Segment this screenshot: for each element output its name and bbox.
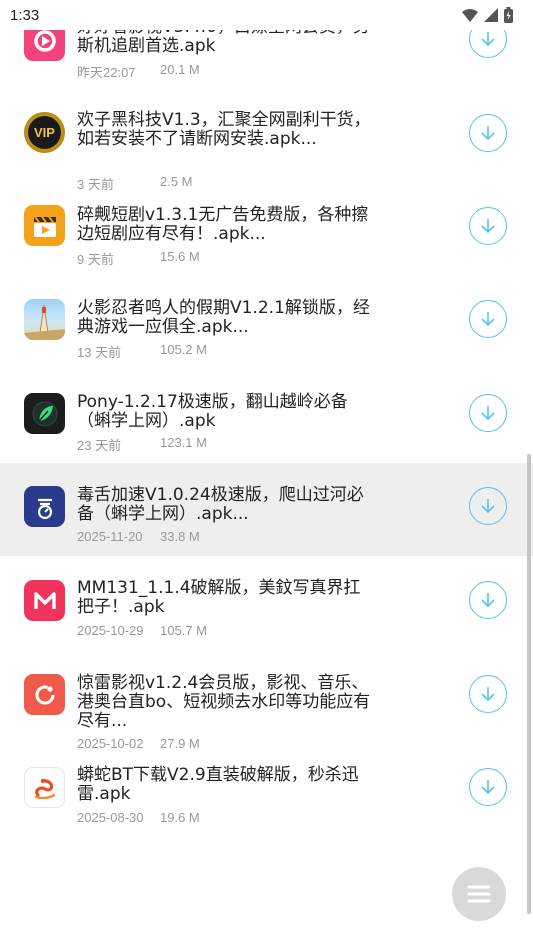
file-size: 105.2 M — [160, 342, 207, 357]
file-date: 2025-11-20 — [77, 529, 143, 544]
wifi-icon — [462, 8, 478, 22]
file-size: 20.1 M — [160, 62, 200, 77]
file-meta: 昨天22:07 20.1 M — [77, 62, 200, 81]
download-arrow-icon — [481, 406, 495, 421]
file-meta: 9 天前 15.6 M — [77, 249, 200, 268]
download-button[interactable] — [469, 300, 507, 338]
speed-app-icon — [24, 486, 65, 527]
file-title: 惊雷影视v1.2.4会员版，影视、音乐、港奥台直bo、短视频去水印等功能应有尽有… — [77, 673, 371, 731]
download-arrow-icon — [481, 780, 495, 795]
file-meta: 13 天前 105.2 M — [77, 342, 207, 361]
vip-badge-icon: VIP — [24, 112, 65, 153]
file-date: 2025-10-29 — [77, 623, 144, 638]
scrollbar[interactable] — [527, 454, 531, 914]
file-date: 昨天22:07 — [77, 65, 136, 80]
file-date: 23 天前 — [77, 438, 122, 453]
status-icons — [462, 7, 513, 23]
list-item[interactable]: 蟒蛇BT下载V2.9直装破解版，秒杀迅雷.apk 2025-08-30 19.6… — [0, 745, 533, 838]
list-item[interactable]: VIP 欢子黑科技V1.3，汇聚全网副利干货，如若安装不了请断网安装.apk..… — [0, 93, 533, 192]
file-size: 105.7 M — [160, 623, 207, 638]
file-meta: 23 天前 123.1 M — [77, 435, 207, 454]
file-list: 好好看影视V3.4.0，白嫖全网会员，劳斯机追剧首选.apk 昨天22:07 2… — [0, 0, 533, 948]
list-item[interactable]: 火影忍者鸣人的假期V1.2.1解锁版，经典游戏一应俱全.apk... 13 天前… — [0, 279, 533, 372]
file-title: 欢子黑科技V1.3，汇聚全网副利干货，如若安装不了请断网安装.apk... — [77, 110, 371, 149]
next-item-peek — [0, 940, 533, 948]
file-date: 9 天前 — [77, 252, 114, 267]
download-arrow-icon — [481, 312, 495, 327]
menu-fab-button[interactable] — [452, 867, 506, 921]
download-button[interactable] — [469, 114, 507, 152]
file-meta: 2025-08-30 19.6 M — [77, 810, 200, 825]
download-button[interactable] — [469, 768, 507, 806]
m-letter-icon — [24, 580, 65, 621]
file-title: MM131_1.1.4破解版，美鈫写真界扛把子！.apk — [77, 578, 361, 617]
menu-icon — [467, 885, 491, 903]
list-item[interactable]: 毒舌加速V1.0.24极速版，爬山过河必备（蝌学上网）.apk... 2025-… — [0, 463, 533, 556]
download-arrow-icon — [481, 126, 495, 141]
refresh-app-icon — [24, 674, 65, 715]
file-title: 火影忍者鸣人的假期V1.2.1解锁版，经典游戏一应俱全.apk... — [77, 298, 370, 337]
leaf-app-icon — [24, 393, 65, 434]
status-time: 1:33 — [10, 6, 40, 24]
clapper-play-icon — [24, 205, 65, 246]
file-title: 碎觍短剧v1.3.1无广告免费版，各种擦边短剧应有尽有！.apk... — [77, 205, 369, 244]
download-arrow-icon — [481, 219, 495, 234]
battery-icon — [504, 7, 513, 23]
download-arrow-icon — [481, 593, 495, 608]
snake-app-icon — [24, 767, 65, 808]
download-button[interactable] — [469, 675, 507, 713]
file-title: 蟒蛇BT下载V2.9直装破解版，秒杀迅雷.apk — [77, 765, 359, 804]
file-size: 19.6 M — [160, 810, 200, 825]
game-art-icon — [24, 299, 65, 340]
download-button[interactable] — [469, 207, 507, 245]
download-button[interactable] — [469, 487, 507, 525]
download-button[interactable] — [469, 394, 507, 432]
list-item[interactable]: 惊雷影视v1.2.4会员版，影视、音乐、港奥台直bo、短视频去水印等功能应有尽有… — [0, 652, 533, 751]
download-arrow-icon — [481, 499, 495, 514]
file-size: 33.8 M — [160, 529, 200, 544]
file-size: 15.6 M — [160, 249, 200, 264]
file-meta: 2025-10-29 105.7 M — [77, 623, 207, 638]
file-size: 123.1 M — [160, 435, 207, 450]
download-arrow-icon — [481, 687, 495, 702]
file-date: 2025-08-30 — [77, 810, 144, 825]
download-arrow-icon — [481, 32, 495, 47]
file-date: 13 天前 — [77, 345, 122, 360]
list-item[interactable]: Pony-1.2.17极速版，翻山越岭必备（蝌学上网）.apk 23 天前 12… — [0, 372, 533, 465]
file-title: Pony-1.2.17极速版，翻山越岭必备（蝌学上网）.apk — [77, 392, 348, 431]
download-button[interactable] — [469, 581, 507, 619]
file-title: 毒舌加速V1.0.24极速版，爬山过河必备（蝌学上网）.apk... — [77, 485, 364, 524]
status-bar: 1:33 — [0, 0, 533, 30]
signal-icon — [484, 8, 498, 22]
list-item[interactable]: 碎觍短剧v1.3.1无广告免费版，各种擦边短剧应有尽有！.apk... 9 天前… — [0, 186, 533, 279]
list-item[interactable]: MM131_1.1.4破解版，美鈫写真界扛把子！.apk 2025-10-29 … — [0, 558, 533, 651]
file-meta: 2025-11-20 33.8 M — [77, 529, 200, 544]
